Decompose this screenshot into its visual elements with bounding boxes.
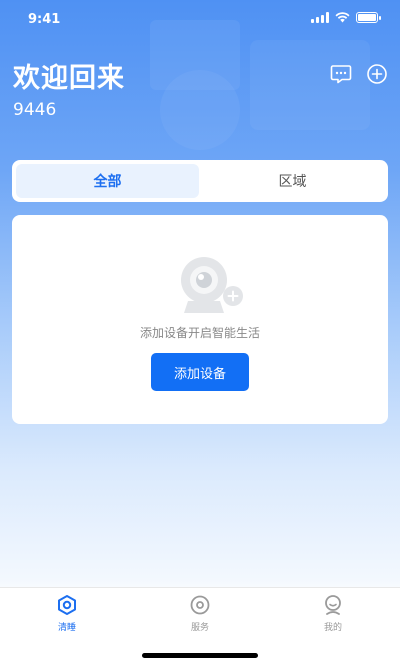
- message-icon[interactable]: [330, 63, 352, 85]
- tabbar-item-profile[interactable]: 我的: [293, 594, 373, 634]
- add-circle-icon[interactable]: [366, 63, 388, 85]
- home-icon: [58, 595, 76, 615]
- tabbar-label-profile: 我的: [323, 623, 342, 633]
- device-card: 添加设备开启智能生活 添加设备: [12, 215, 388, 424]
- status-time: 9:41: [28, 12, 61, 27]
- segmented-tabs: 全部 区域: [12, 160, 388, 202]
- status-icons: [311, 12, 381, 23]
- status-bar: 9:41: [0, 0, 400, 40]
- empty-state-message: 添加设备开启智能生活: [139, 326, 260, 340]
- service-icon: [190, 595, 210, 615]
- wifi-icon: [335, 12, 350, 23]
- add-device-button[interactable]: 添加设备: [151, 353, 249, 391]
- home-indicator: [142, 653, 258, 658]
- profile-icon: [325, 595, 341, 615]
- welcome-title: 欢迎回来: [13, 63, 125, 94]
- tabbar-label-service: 服务: [190, 623, 209, 633]
- tabbar-item-service[interactable]: 服务: [160, 594, 240, 634]
- tabbar-item-home[interactable]: 清睡: [27, 594, 107, 634]
- tab-all[interactable]: 全部: [16, 164, 199, 198]
- user-id: 9446: [13, 100, 57, 120]
- tabbar-label-home: 清睡: [57, 623, 76, 633]
- tab-area[interactable]: 区域: [201, 164, 384, 198]
- signal-icon: [311, 12, 329, 23]
- battery-icon: [356, 12, 381, 23]
- camera-add-icon: [181, 257, 243, 313]
